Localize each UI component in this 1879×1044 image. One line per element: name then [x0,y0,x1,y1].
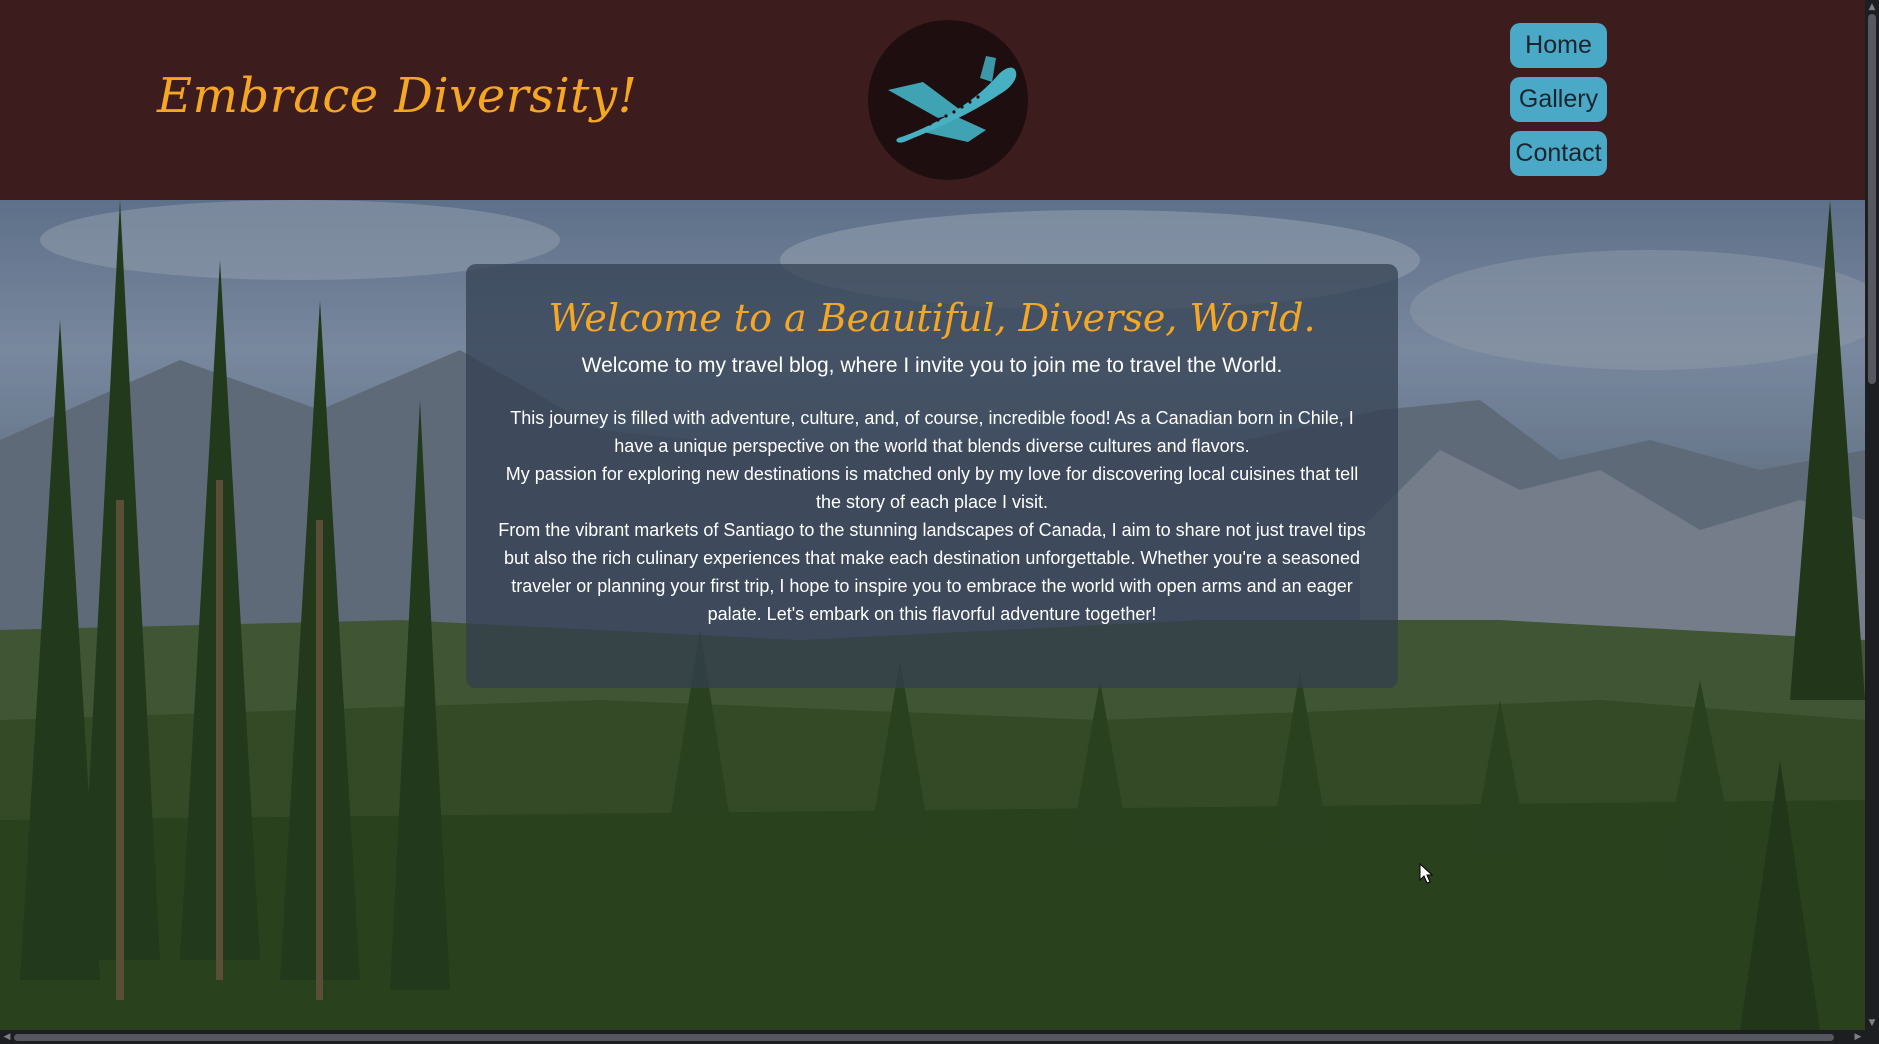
mouse-cursor-icon [1419,863,1434,884]
scrollbar-corner [1865,1030,1879,1044]
welcome-body: This journey is filled with adventure, c… [496,404,1368,628]
page: Embrace Diversity! Home Gallery Contact … [0,0,1879,1044]
site-header: Embrace Diversity! Home Gallery Contact [0,0,1865,200]
scroll-up-arrow-icon[interactable]: ▲ [1865,0,1879,14]
welcome-card: Welcome to a Beautiful, Diverse, World. … [466,264,1398,688]
nav-gallery-button[interactable]: Gallery [1510,77,1607,122]
vertical-scrollbar[interactable]: ▲ ▼ [1865,0,1879,1030]
site-title: Embrace Diversity! [157,68,638,124]
welcome-paragraph: My passion for exploring new destination… [505,464,1359,512]
welcome-paragraph: From the vibrant markets of Santiago to … [498,520,1366,624]
scroll-right-arrow-icon[interactable]: ▶ [1851,1030,1865,1044]
welcome-paragraph: This journey is filled with adventure, c… [510,408,1354,456]
main-nav: Home Gallery Contact [1510,23,1607,185]
hero-section: Welcome to a Beautiful, Diverse, World. … [0,200,1865,1030]
welcome-heading: Welcome to a Beautiful, Diverse, World. [548,296,1316,340]
welcome-intro: Welcome to my travel blog, where I invit… [581,354,1283,377]
vertical-scroll-thumb[interactable] [1868,14,1876,384]
scroll-down-arrow-icon[interactable]: ▼ [1865,1016,1879,1030]
horizontal-scroll-thumb[interactable] [14,1034,1834,1041]
nav-contact-button[interactable]: Contact [1510,131,1607,176]
scroll-left-arrow-icon[interactable]: ◀ [0,1030,14,1044]
nav-home-button[interactable]: Home [1510,23,1607,68]
logo[interactable] [868,20,1028,180]
horizontal-scrollbar[interactable]: ◀ ▶ [0,1030,1865,1044]
airplane-icon [888,56,1017,143]
